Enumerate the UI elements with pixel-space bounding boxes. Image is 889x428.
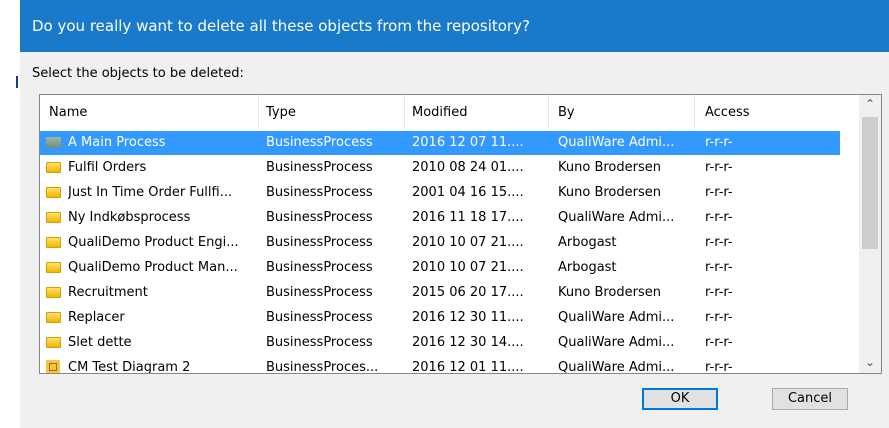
cancel-button[interactable]: Cancel <box>772 388 848 410</box>
column-separator[interactable] <box>548 95 549 129</box>
cell-type: BusinessProcess <box>266 185 373 200</box>
row-type-icon <box>46 237 61 248</box>
select-prompt: Select the objects to be deleted: <box>32 66 244 81</box>
row-type-icon <box>46 337 61 348</box>
cell-name: QualiDemo Product Engi... <box>68 235 239 250</box>
cell-modified: 2016 11 18 17.... <box>412 210 524 225</box>
cell-modified: 2010 10 07 21.... <box>412 260 524 275</box>
column-separator[interactable] <box>694 95 695 129</box>
cell-access: r-r-r- <box>705 185 733 200</box>
row-type-icon <box>46 212 61 223</box>
cell-by: QualiWare Admi... <box>558 135 675 150</box>
cell-type: BusinessProcess <box>266 310 373 325</box>
cell-name: Slet dette <box>68 335 132 350</box>
cell-by: Kuno Brodersen <box>558 285 661 300</box>
objects-list[interactable]: Name Type Modified By Access A Main Proc… <box>39 94 882 374</box>
cell-name: Just In Time Order Fullfi... <box>68 185 233 200</box>
column-header-name[interactable]: Name <box>49 105 87 120</box>
cell-type: BusinessProcess <box>266 335 373 350</box>
row-type-icon <box>46 287 61 298</box>
cell-name: CM Test Diagram 2 <box>68 360 191 374</box>
cell-type: BusinessProcess <box>266 260 373 275</box>
cell-by: QualiWare Admi... <box>558 335 675 350</box>
table-row[interactable]: Replacer BusinessProcess 2016 12 30 11....… <box>40 306 840 330</box>
table-row[interactable]: CM Test Diagram 2 BusinessProces... 2016 1… <box>40 356 840 374</box>
cell-type: BusinessProcess <box>266 135 373 150</box>
cell-by: Arbogast <box>558 260 617 275</box>
table-row[interactable]: Slet dette BusinessProcess 2016 12 30 14..… <box>40 331 840 355</box>
row-type-icon <box>46 187 61 198</box>
cell-type: BusinessProces... <box>266 360 379 374</box>
row-type-icon <box>46 162 61 173</box>
scroll-down-icon[interactable]: ⌄ <box>859 355 881 373</box>
cell-name: A Main Process <box>68 135 166 150</box>
cell-modified: 2016 12 01 11.... <box>412 360 524 374</box>
column-separator[interactable] <box>258 95 259 129</box>
cell-access: r-r-r- <box>705 285 733 300</box>
cell-name: Fulfil Orders <box>68 160 147 175</box>
dialog-title: Do you really want to delete all these o… <box>32 17 530 35</box>
table-row[interactable]: Fulfil Orders BusinessProcess 2010 08 24 0… <box>40 156 840 180</box>
background-marker <box>16 76 18 88</box>
background-window <box>0 0 20 428</box>
vertical-scrollbar[interactable]: ⌃ ⌄ <box>859 95 881 373</box>
cell-by: QualiWare Admi... <box>558 360 675 374</box>
column-header-access[interactable]: Access <box>705 105 750 120</box>
table-row[interactable]: QualiDemo Product Engi... BusinessProcess… <box>40 231 840 255</box>
table-row[interactable]: A Main Process BusinessProcess 2016 12 07 … <box>40 131 840 155</box>
cell-access: r-r-r- <box>705 360 733 374</box>
delete-confirm-dialog: Do you really want to delete all these o… <box>20 0 889 428</box>
cell-modified: 2010 08 24 01.... <box>412 160 524 175</box>
cell-name: Recruitment <box>68 285 148 300</box>
cell-type: BusinessProcess <box>266 210 373 225</box>
row-type-icon <box>46 137 61 148</box>
row-type-icon <box>46 360 60 373</box>
cell-type: BusinessProcess <box>266 160 373 175</box>
row-type-icon <box>46 312 61 323</box>
cell-modified: 2001 04 16 15.... <box>412 185 524 200</box>
list-header: Name Type Modified By Access <box>40 95 840 129</box>
cell-by: Arbogast <box>558 235 617 250</box>
column-header-by[interactable]: By <box>558 105 575 120</box>
cell-by: QualiWare Admi... <box>558 310 675 325</box>
cell-access: r-r-r- <box>705 310 733 325</box>
scrollbar-thumb[interactable] <box>862 117 878 249</box>
column-separator[interactable] <box>404 95 405 129</box>
cell-name: Ny Indkøbsprocess <box>68 210 191 225</box>
cell-access: r-r-r- <box>705 135 733 150</box>
title-bar: Do you really want to delete all these o… <box>20 0 889 52</box>
cell-modified: 2010 10 07 21.... <box>412 235 524 250</box>
table-row[interactable]: Ny Indkøbsprocess BusinessProcess 2016 11 … <box>40 206 840 230</box>
table-row[interactable]: Just In Time Order Fullfi... BusinessProc… <box>40 181 840 205</box>
cell-by: Kuno Brodersen <box>558 160 661 175</box>
column-header-type[interactable]: Type <box>266 105 296 120</box>
cell-name: QualiDemo Product Man... <box>68 260 238 275</box>
cell-modified: 2016 12 07 11.... <box>412 135 524 150</box>
cell-type: BusinessProcess <box>266 235 373 250</box>
cell-by: Kuno Brodersen <box>558 185 661 200</box>
cell-access: r-r-r- <box>705 260 733 275</box>
cell-type: BusinessProcess <box>266 285 373 300</box>
table-row[interactable]: QualiDemo Product Man... BusinessProcess 2… <box>40 256 840 280</box>
cell-modified: 2016 12 30 14.... <box>412 335 524 350</box>
row-type-icon <box>46 262 61 273</box>
cell-access: r-r-r- <box>705 235 733 250</box>
table-row[interactable]: Recruitment BusinessProcess 2015 06 20 17.… <box>40 281 840 305</box>
cell-modified: 2015 06 20 17.... <box>412 285 524 300</box>
column-header-modified[interactable]: Modified <box>412 105 467 120</box>
cell-name: Replacer <box>68 310 125 325</box>
ok-button[interactable]: OK <box>642 388 718 410</box>
scroll-up-icon[interactable]: ⌃ <box>859 97 881 115</box>
cell-access: r-r-r- <box>705 210 733 225</box>
cell-access: r-r-r- <box>705 335 733 350</box>
cell-modified: 2016 12 30 11.... <box>412 310 524 325</box>
cell-by: QualiWare Admi... <box>558 210 675 225</box>
cell-access: r-r-r- <box>705 160 733 175</box>
